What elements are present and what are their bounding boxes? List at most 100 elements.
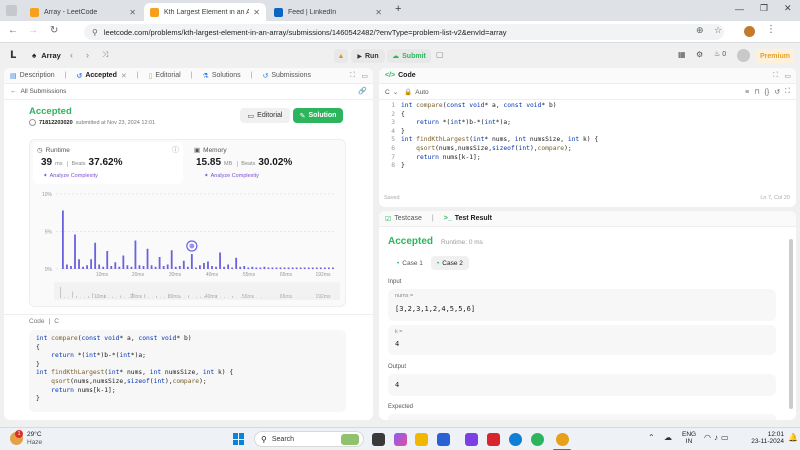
browser-tab-linkedin[interactable]: Feed | LinkedIn ✕	[268, 3, 388, 21]
close-icon[interactable]: ✕	[121, 72, 127, 80]
leetcode-favicon-icon	[30, 7, 39, 17]
all-submissions-link[interactable]: ← All Submissions	[10, 88, 66, 95]
forward-icon[interactable]: →	[28, 25, 38, 36]
cloud-icon[interactable]: ☁	[664, 433, 672, 442]
tab-editorial[interactable]: ▯ Editorial	[149, 72, 181, 80]
prev-problem-icon[interactable]: ‹	[70, 50, 73, 60]
close-icon[interactable]: ✕	[129, 8, 136, 17]
runtime-analyze-link[interactable]: ✦ Analyze Complexity	[43, 173, 98, 179]
chevron-up-icon[interactable]: ⌃	[648, 433, 655, 442]
tab-description[interactable]: ▤ Description	[10, 72, 55, 80]
profile-avatar[interactable]	[744, 26, 755, 37]
maximize-icon[interactable]: ⛶	[350, 72, 355, 80]
tab-overview-icon[interactable]	[6, 5, 17, 16]
format-icon[interactable]: ≡	[745, 89, 749, 96]
close-icon[interactable]: ✕	[253, 8, 260, 17]
memory-card[interactable]: ▣ Memory 15.85 MB Beats 30.02% ✦ Analyze…	[190, 142, 340, 184]
weather-desc[interactable]: Haze	[27, 439, 42, 446]
close-icon[interactable]: ✕	[375, 8, 382, 17]
shuffle-icon[interactable]: ⤨	[102, 50, 108, 60]
debug-bug-icon[interactable]: ▲	[334, 49, 348, 63]
link-icon[interactable]: 🔗	[358, 87, 367, 95]
param-value: [3,2,3,1,2,4,5,5,6]	[395, 305, 476, 313]
mode-label[interactable]: Auto	[415, 89, 428, 96]
restore-icon[interactable]: ❐	[760, 3, 768, 14]
fullscreen-icon[interactable]: ⛶	[785, 88, 790, 96]
submitter-name[interactable]: 71812203020	[39, 120, 73, 126]
settings-gear-icon[interactable]: ⚙	[696, 50, 703, 59]
windows-start-icon[interactable]	[233, 433, 245, 445]
case-2-button[interactable]: • Case 2	[431, 256, 469, 270]
app-icon[interactable]	[465, 433, 478, 446]
edge-icon[interactable]	[509, 433, 522, 446]
reset-icon[interactable]: ↺	[774, 88, 780, 96]
maximize-icon[interactable]: ⛶	[773, 72, 778, 80]
url-bar[interactable]: ⚲ leetcode.com/problems/kth-largest-elem…	[84, 24, 724, 40]
window-close-icon[interactable]: ✕	[784, 3, 792, 14]
editor-code[interactable]: int compare(const void* a, const void* b…	[401, 102, 598, 171]
menu-kebab-icon[interactable]: ⋮	[766, 24, 776, 35]
language-select[interactable]: C	[385, 89, 390, 96]
tab-title: Feed | LinkedIn	[288, 8, 337, 16]
leetcode-logo-icon[interactable]: ᒪ	[10, 50, 20, 62]
system-tray[interactable]: ◠ ♪ ▭	[704, 433, 729, 442]
tab-accepted[interactable]: ↺ Accepted ✕	[76, 72, 126, 80]
copilot-icon[interactable]	[394, 433, 407, 446]
layout-grid-icon[interactable]: ▦	[678, 50, 686, 59]
editorial-button[interactable]: ▭ Editorial	[240, 108, 290, 123]
runtime-unit: ms	[55, 161, 63, 167]
edit-icon: ✎	[299, 112, 306, 120]
back-icon[interactable]: ←	[8, 25, 18, 36]
user-avatar[interactable]	[737, 49, 750, 62]
runtime-distribution-chart[interactable]: 10% 5% 0% 10ms 20ms 30ms 40ms 55ms 65ms 192ms 10ms…	[34, 188, 346, 304]
chart-bar	[94, 242, 97, 269]
zoom-icon[interactable]: ⊕	[696, 25, 704, 36]
premium-button[interactable]: Premium	[756, 49, 794, 63]
solution-button[interactable]: ✎ Solution	[293, 108, 343, 123]
chrome-icon[interactable]	[556, 433, 569, 446]
tab-solutions[interactable]: ⚗ Solutions	[203, 72, 241, 80]
problem-list-link[interactable]: ♠ Array	[32, 51, 61, 60]
tab-label: Accepted	[85, 72, 117, 79]
task-view-icon[interactable]	[372, 433, 385, 446]
search-placeholder: Search	[271, 435, 295, 443]
language-indicator[interactable]: ENG IN	[682, 431, 696, 445]
collapse-icon[interactable]: ▭	[361, 72, 368, 80]
code-line: qsort(nums,numsSize,sizeof(int),compare)…	[51, 377, 207, 385]
chart-bar	[86, 265, 88, 269]
browser-tab-array[interactable]: Array - LeetCode ✕	[24, 3, 142, 21]
chart-bar	[259, 267, 262, 269]
scrollbar[interactable]	[789, 239, 793, 409]
taskbar-search-box[interactable]: ⚲ Search	[254, 431, 364, 447]
mcafee-icon[interactable]	[487, 433, 500, 446]
info-icon[interactable]: ⓘ	[172, 145, 179, 155]
whatsapp-icon[interactable]	[531, 433, 544, 446]
bookmark-icon[interactable]: ⊓	[754, 88, 759, 96]
clock[interactable]: 12:01 23-11-2024	[746, 431, 784, 445]
tab-test-result[interactable]: >_ Test Result	[444, 215, 492, 222]
site-info-icon[interactable]: ⚲	[92, 28, 98, 37]
collapse-icon[interactable]: ▭	[784, 72, 791, 80]
case-1-button[interactable]: • Case 1	[391, 256, 429, 270]
store-icon[interactable]	[437, 433, 450, 446]
note-icon[interactable]: ▢	[436, 50, 444, 59]
runtime-card[interactable]: ◷ Runtime ⓘ 39 ms Beats 37.62% ✦ Analyze…	[33, 142, 183, 184]
reload-icon[interactable]: ↻	[50, 25, 58, 36]
minimize-icon[interactable]: —	[735, 4, 744, 14]
file-explorer-icon[interactable]	[415, 433, 428, 446]
braces-icon[interactable]: {}	[765, 89, 770, 96]
save-status: Saved	[384, 195, 400, 201]
run-button[interactable]: ▶ Run	[351, 49, 385, 63]
new-tab-button[interactable]: +	[395, 3, 401, 15]
editorial-label: Editorial	[257, 112, 283, 119]
notifications-bell-icon[interactable]: 🔔	[788, 433, 798, 442]
next-problem-icon[interactable]: ›	[86, 50, 89, 60]
submit-button[interactable]: ☁ Submit	[387, 49, 431, 63]
streak-counter[interactable]: ♨ 0	[714, 50, 726, 59]
tab-submissions[interactable]: ↺ Submissions	[262, 72, 311, 80]
tab-testcase[interactable]: ☑ Testcase	[385, 215, 422, 223]
memory-analyze-link[interactable]: ✦ Analyze Complexity	[204, 173, 259, 179]
browser-tab-kth-largest[interactable]: Kth Largest Element in an Array ✕	[144, 3, 266, 21]
weather-temp[interactable]: 29°C	[27, 431, 42, 438]
bookmark-star-icon[interactable]: ☆	[714, 25, 722, 36]
